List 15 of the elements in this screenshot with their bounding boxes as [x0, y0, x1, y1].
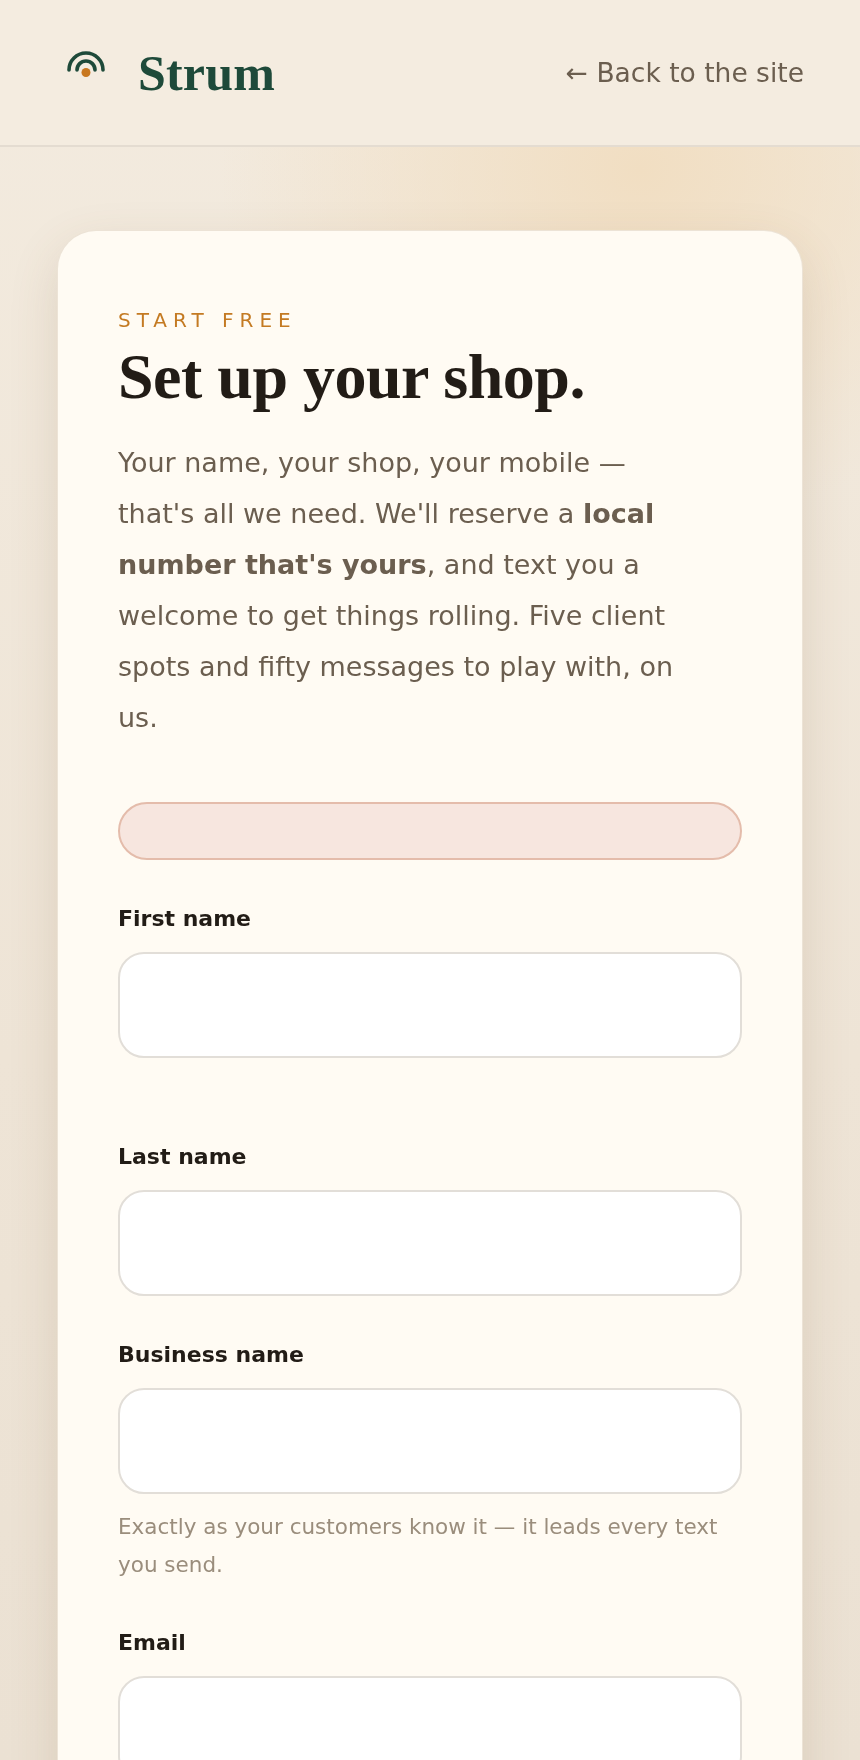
- field-hint: Exactly as your customers know it — it leads every text you send.: [118, 1513, 719, 1579]
- brand-name[interactable]: Strum: [138, 43, 276, 102]
- back-link[interactable]: ← Back to the site: [565, 57, 804, 88]
- text-input[interactable]: [118, 1190, 742, 1296]
- field-label: Business name: [118, 1341, 305, 1369]
- intro-text: Your name, your shop, your mobile — that's all we need. We'll reserve a local number that's yours, and text you a welcome to get things rolling. Five client spots and fifty messages to play with, on us.: [118, 446, 675, 735]
- logo-icon: [66, 50, 106, 79]
- text-input[interactable]: [118, 952, 742, 1058]
- text-input[interactable]: [118, 1676, 742, 1760]
- text-input[interactable]: [118, 1388, 742, 1494]
- eyebrow-label: START FREE: [118, 307, 298, 333]
- field-label: Email: [118, 1629, 187, 1657]
- page-heading: Set up your shop.: [118, 341, 586, 413]
- field-label: Last name: [118, 1143, 248, 1171]
- field-label: First name: [118, 905, 253, 933]
